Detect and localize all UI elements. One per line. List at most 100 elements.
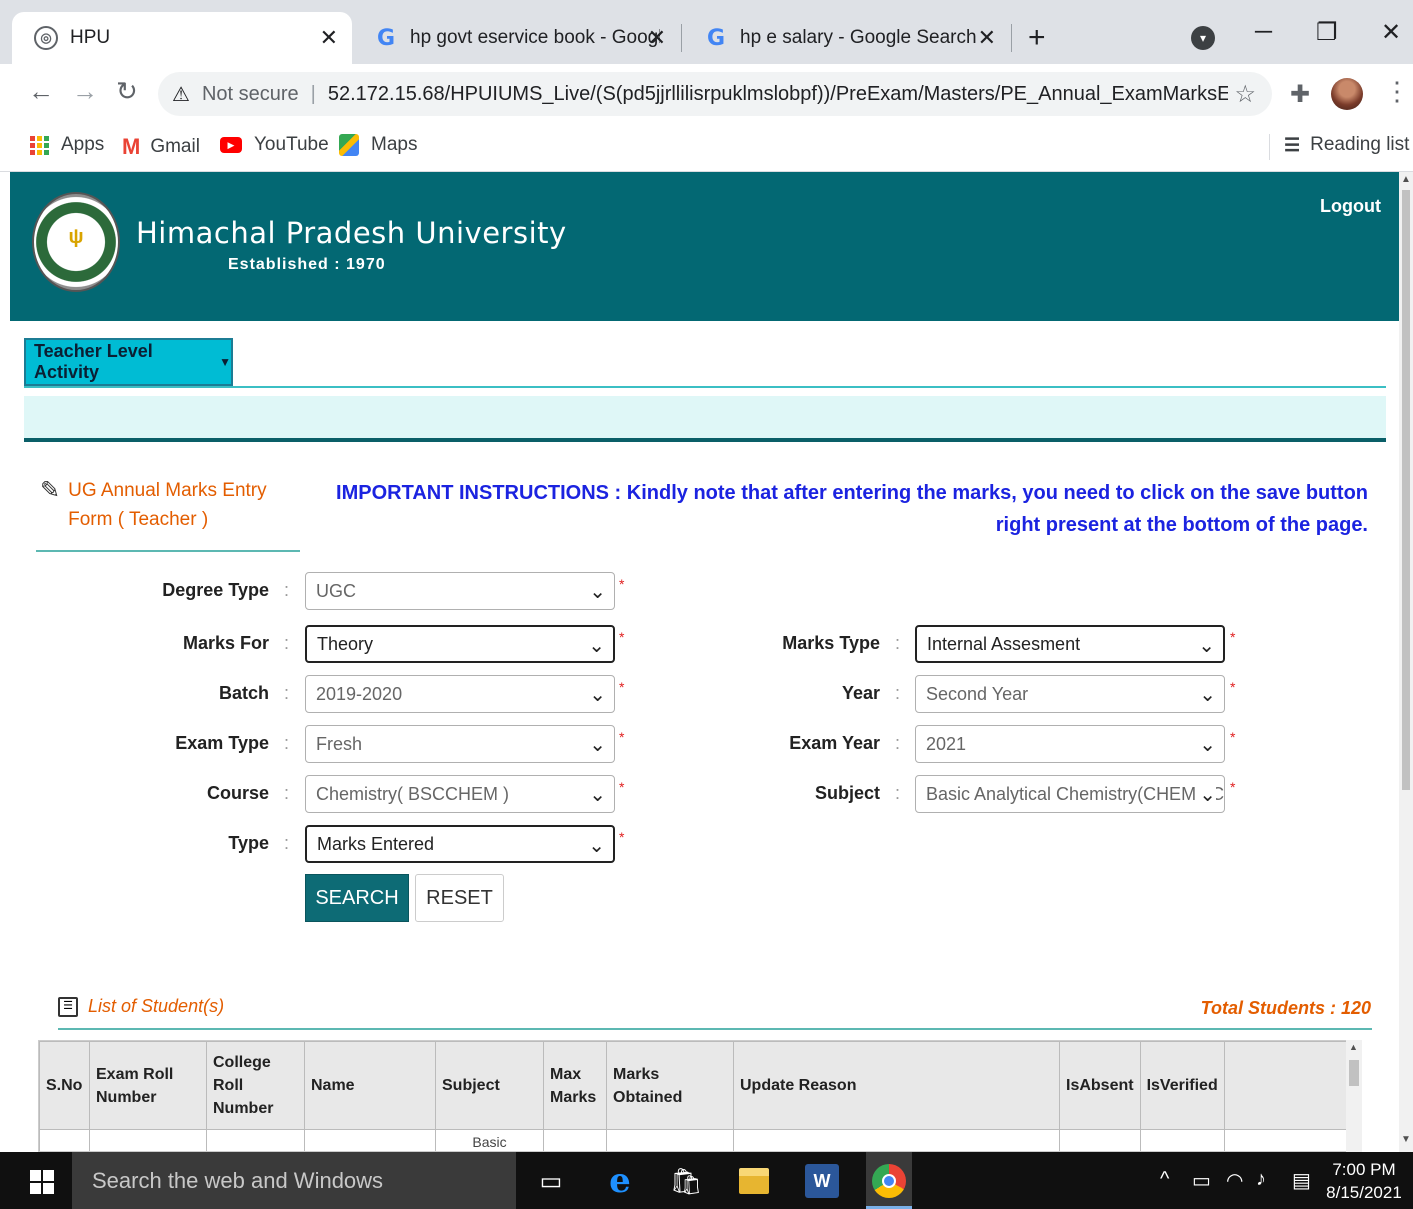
column-header: Name (304, 1041, 436, 1130)
select-value: Fresh (316, 733, 363, 754)
tab-hpu[interactable]: ◎ HPU ✕ (12, 12, 352, 64)
scroll-up-icon[interactable]: ▲ (1401, 174, 1411, 185)
new-tab-button[interactable]: + (1028, 20, 1046, 56)
google-icon: G (376, 25, 396, 51)
logout-link[interactable]: Logout (1320, 196, 1381, 217)
warning-icon[interactable]: ⚠ (172, 82, 190, 107)
extensions-icon[interactable]: ✚ (1290, 80, 1310, 109)
notification-icon[interactable]: ▤ (1292, 1168, 1311, 1193)
chevron-down-icon: ⌄ (585, 732, 606, 757)
close-icon[interactable]: ✕ (648, 25, 666, 51)
system-clock[interactable]: 7:00 PM 8/15/2021 (1324, 1158, 1404, 1204)
bookmark-maps[interactable]: Maps (339, 134, 417, 156)
security-label[interactable]: Not secure (202, 83, 299, 106)
close-icon[interactable]: ✕ (978, 25, 996, 51)
address-divider: | (310, 82, 316, 105)
bookmark-star-icon[interactable]: ☆ (1234, 80, 1256, 109)
marks-for-select[interactable]: Theory ⌄ (305, 625, 615, 663)
exam-year-select[interactable]: 2021 ⌄ (915, 725, 1225, 763)
table-cell: Basic (435, 1129, 544, 1151)
bookmarks-bar: Apps M Gmail ▶ YouTube Maps ☰ Reading li… (0, 124, 1413, 172)
table-cell (543, 1129, 607, 1151)
document-edit-icon: ✎ (40, 477, 61, 504)
chrome-icon[interactable] (872, 1164, 906, 1198)
search-button[interactable]: SEARCH (305, 874, 409, 922)
reload-icon[interactable]: ↻ (116, 76, 138, 106)
column-header: College Roll Number (206, 1041, 305, 1130)
address-bar[interactable]: ⚠ Not secure | 52.172.15.68/HPUIUMS_Live… (158, 72, 1272, 116)
tab-search-icon[interactable]: ▾ (1191, 26, 1215, 50)
column-header: Subject (435, 1041, 544, 1130)
forward-icon[interactable]: → (72, 76, 98, 106)
caret-down-icon: ▼ (219, 355, 231, 369)
subject-select[interactable]: Basic Analytical Chemistry(CHEM 2C ⌄ (915, 775, 1225, 813)
chevron-down-icon: ⌄ (584, 833, 605, 858)
type-select[interactable]: Marks Entered ⌄ (305, 825, 615, 863)
bookmark-gmail[interactable]: M Gmail (122, 134, 200, 160)
select-value: Chemistry( BSCCHEM ) (316, 783, 510, 804)
field-colon: : (895, 783, 901, 803)
task-view-icon[interactable]: ▭ (534, 1164, 568, 1198)
teacher-level-activity-menu[interactable]: Teacher Level Activity ▼ (24, 338, 233, 386)
bookmark-apps[interactable]: Apps (30, 134, 104, 156)
reset-button[interactable]: RESET (415, 874, 504, 922)
table-header-row: S.No Exam Roll Number College Roll Numbe… (39, 1041, 1349, 1130)
required-asterisk: * (1230, 629, 1236, 645)
info-band (24, 396, 1386, 440)
word-icon[interactable]: W (805, 1164, 839, 1198)
field-colon: : (895, 633, 901, 653)
windows-start-icon[interactable] (30, 1170, 54, 1194)
taskbar-search-box[interactable]: Search the web and Windows (72, 1152, 516, 1209)
tab-eservice-book[interactable]: G hp govt eservice book - Google S ✕ (352, 12, 680, 64)
exam-type-select[interactable]: Fresh ⌄ (305, 725, 615, 763)
reading-list-button[interactable]: ☰ Reading list (1284, 134, 1409, 156)
scroll-down-icon[interactable]: ▼ (1401, 1134, 1411, 1145)
table-cell (606, 1129, 734, 1151)
chevron-up-icon[interactable]: ^ (1160, 1168, 1169, 1191)
back-icon[interactable]: ← (28, 76, 54, 106)
more-menu-icon[interactable]: ⋮ (1384, 76, 1410, 107)
page-scroll-thumb[interactable] (1402, 190, 1410, 790)
table-scrollbar[interactable]: ▲ (1346, 1040, 1362, 1152)
window-close-icon[interactable]: ✕ (1381, 18, 1401, 47)
chevron-down-icon: ⌄ (1195, 682, 1216, 707)
restore-icon[interactable]: ❐ (1316, 18, 1338, 47)
menu-label: Teacher Level Activity (34, 341, 153, 382)
store-icon[interactable]: 🛍 (669, 1164, 703, 1198)
year-select[interactable]: Second Year ⌄ (915, 675, 1225, 713)
page-scrollbar[interactable]: ▲ ▼ (1399, 172, 1413, 1152)
file-explorer-icon[interactable] (739, 1168, 769, 1194)
table-cell (304, 1129, 436, 1151)
bookmark-label: Apps (61, 134, 105, 155)
volume-icon[interactable]: ♪ (1256, 1168, 1266, 1191)
batch-label: Batch (218, 683, 269, 703)
course-select[interactable]: Chemistry( BSCCHEM ) ⌄ (305, 775, 615, 813)
profile-avatar[interactable] (1331, 78, 1363, 110)
tab-separator (1011, 24, 1012, 52)
close-icon[interactable]: ✕ (320, 25, 338, 51)
field-colon: : (895, 733, 901, 753)
scroll-up-icon[interactable]: ▲ (1349, 1042, 1358, 1052)
wifi-icon[interactable]: ◠ (1226, 1168, 1243, 1193)
tab-e-salary[interactable]: G hp e salary - Google Search ✕ (682, 12, 1010, 64)
course-label: Course (206, 783, 269, 803)
trident-emblem-icon: ψ (68, 226, 84, 248)
table-scroll-thumb[interactable] (1349, 1060, 1359, 1086)
battery-icon[interactable]: ▭ (1192, 1168, 1211, 1193)
browser-toolbar: ← → ↻ ⚠ Not secure | 52.172.15.68/HPUIUM… (0, 64, 1413, 124)
batch-select[interactable]: 2019-2020 ⌄ (305, 675, 615, 713)
youtube-icon: ▶ (220, 137, 242, 153)
chevron-down-icon: ⌄ (584, 633, 605, 658)
marks-type-select[interactable]: Internal Assesment ⌄ (915, 625, 1225, 663)
form-title: ✎ UG Annual Marks Entry Form ( Teacher ) (40, 476, 302, 534)
edge-icon[interactable]: e (603, 1161, 637, 1201)
column-header: IsVerified (1139, 1041, 1225, 1130)
google-icon: G (706, 25, 726, 51)
required-asterisk: * (1230, 779, 1236, 795)
url-text[interactable]: 52.172.15.68/HPUIUMS_Live/(S(pd5jjrllili… (328, 83, 1228, 106)
bookmark-youtube[interactable]: ▶ YouTube (220, 134, 329, 156)
required-asterisk: * (619, 679, 625, 695)
degree-type-select[interactable]: UGC ⌄ (305, 572, 615, 610)
minimize-icon[interactable]: ─ (1255, 18, 1272, 46)
university-name: Himachal Pradesh University (136, 216, 567, 250)
